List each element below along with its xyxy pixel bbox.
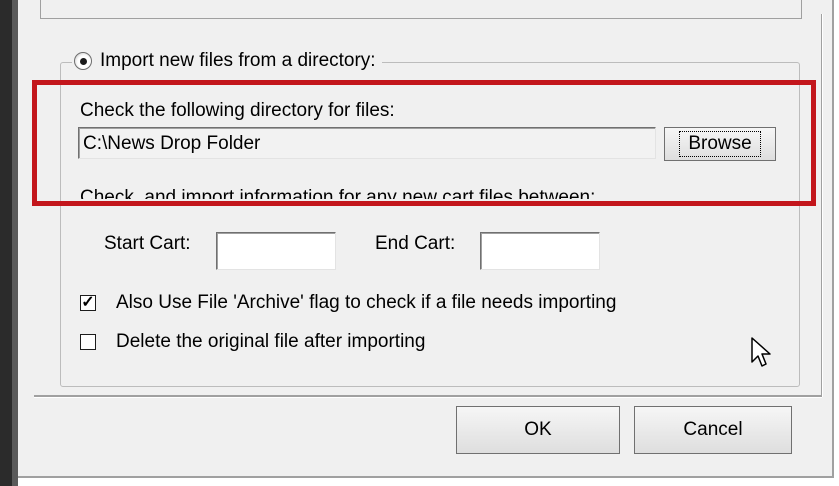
archive-flag-label: Also Use File 'Archive' flag to check if… xyxy=(116,292,617,313)
browse-button-label: Browse xyxy=(679,131,761,157)
checkmark-icon: ✓ xyxy=(81,294,95,311)
radio-button-selected-icon[interactable] xyxy=(74,52,92,70)
import-directory-radio[interactable]: Import new files from a directory: xyxy=(72,48,382,74)
ok-button-label: OK xyxy=(524,419,552,440)
button-row-separator xyxy=(34,396,822,398)
archive-flag-checkbox[interactable]: ✓ xyxy=(80,295,96,311)
end-cart-input[interactable] xyxy=(480,232,600,270)
cancel-button[interactable]: Cancel xyxy=(634,406,792,454)
window-edge xyxy=(0,0,12,486)
cancel-button-label: Cancel xyxy=(683,419,743,440)
radio-label: Import new files from a directory: xyxy=(100,50,376,71)
mouse-cursor-icon xyxy=(751,337,771,367)
delete-original-label: Delete the original file after importing xyxy=(116,331,426,352)
end-cart-label: End Cart: xyxy=(375,233,456,254)
cart-range-description: Check, and import information for any ne… xyxy=(80,187,596,199)
ok-button[interactable]: OK xyxy=(456,406,620,454)
directory-path-field[interactable]: C:\News Drop Folder xyxy=(78,127,656,159)
delete-original-checkbox[interactable] xyxy=(80,334,96,350)
directory-label: Check the following directory for files: xyxy=(80,100,395,121)
browse-button[interactable]: Browse xyxy=(664,127,776,161)
start-cart-label: Start Cart: xyxy=(104,233,191,254)
start-cart-input[interactable] xyxy=(216,232,336,270)
